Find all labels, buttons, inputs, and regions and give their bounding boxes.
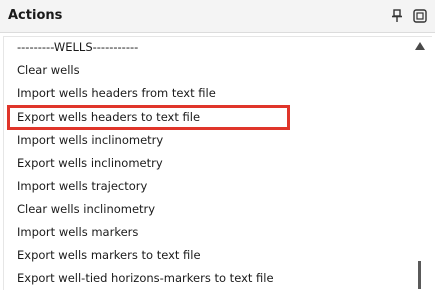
actions-list-area: ---------WELLS----------- Clear wells Im… bbox=[3, 36, 432, 290]
scroll-up-arrow-icon[interactable] bbox=[415, 42, 425, 50]
float-window-icon[interactable] bbox=[413, 9, 427, 23]
panel-title: Actions bbox=[8, 8, 63, 23]
list-item-clear-wells[interactable]: Clear wells bbox=[17, 60, 80, 80]
highlight-box bbox=[7, 105, 290, 130]
list-item-import-wells-trajectory[interactable]: Import wells trajectory bbox=[17, 176, 147, 196]
actions-list: ---------WELLS----------- Clear wells Im… bbox=[4, 37, 409, 291]
list-item-export-wells-inclinometry[interactable]: Export wells inclinometry bbox=[17, 153, 163, 173]
list-item-import-wells-inclinometry[interactable]: Import wells inclinometry bbox=[17, 130, 163, 150]
list-item-import-wells-markers[interactable]: Import wells markers bbox=[17, 222, 138, 242]
pin-icon[interactable] bbox=[390, 9, 404, 23]
list-item-clear-wells-inclinometry[interactable]: Clear wells inclinometry bbox=[17, 199, 155, 219]
list-item-import-wells-headers[interactable]: Import wells headers from text file bbox=[17, 83, 216, 103]
list-item-export-well-tied-horizons-markers[interactable]: Export well-tied horizons-markers to tex… bbox=[17, 268, 274, 288]
vertical-scrollbar[interactable] bbox=[409, 37, 431, 291]
scroll-thumb[interactable] bbox=[418, 261, 421, 289]
list-item-wells-separator: ---------WELLS----------- bbox=[17, 40, 139, 54]
actions-panel: Actions ---------WELLS----------- Clear … bbox=[0, 0, 435, 290]
list-item-export-wells-markers[interactable]: Export wells markers to text file bbox=[17, 245, 201, 265]
panel-header: Actions bbox=[0, 0, 435, 33]
